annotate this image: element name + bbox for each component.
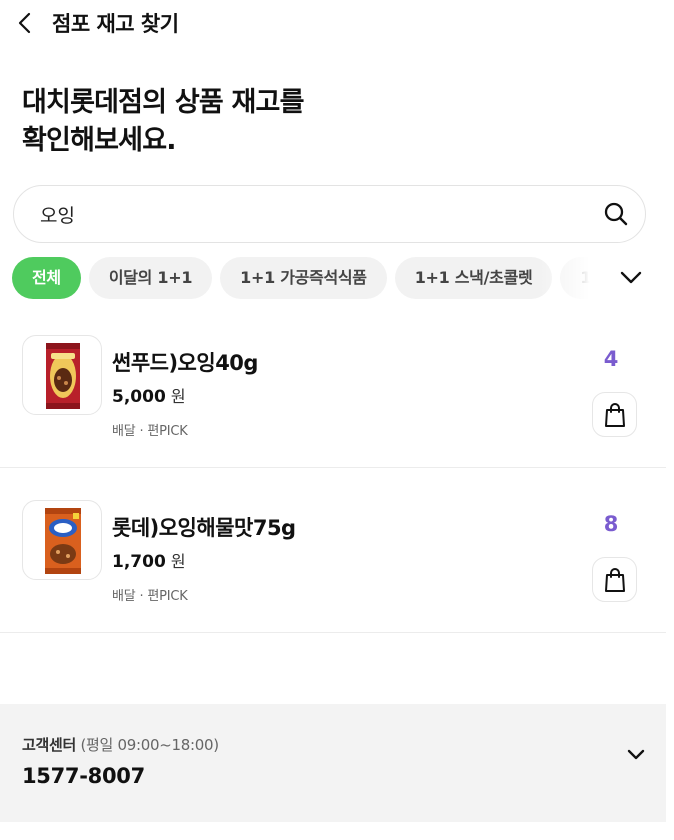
page-title: 점포 재고 찾기 [52, 12, 179, 36]
customer-center-hours: (평일 09:00~18:00) [80, 736, 219, 754]
search-icon [604, 202, 628, 226]
back-button[interactable] [14, 8, 38, 38]
footer-expand-button[interactable] [624, 744, 648, 766]
search-button[interactable] [603, 201, 629, 227]
chip-1plus1-instant-food[interactable]: 1+1 가공즉석식품 [220, 257, 387, 299]
stock-count: 4 [603, 347, 619, 371]
headline: 대치롯데점의 상품 재고를 확인해보세요. [22, 84, 304, 160]
shopping-bag-icon [605, 403, 625, 427]
chevron-down-icon [620, 271, 642, 284]
product-name: 롯데)오잉해물맛75g [112, 516, 296, 540]
product-image [22, 500, 102, 580]
customer-center-label: 고객센터 (평일 09:00~18:00) [22, 734, 219, 755]
product-tags: 배달 · 편PICK [112, 424, 188, 439]
product-price: 1,700 원 [112, 548, 186, 572]
chip-1plus1-snack-chocolate[interactable]: 1+1 스낵/초콜렛 [394, 257, 553, 299]
category-chips-row: 전체이달의 1+11+1 가공즉석식품1+1 스낵/초콜렛1+1 [0, 257, 674, 299]
search-bar [13, 185, 646, 243]
chevron-down-icon [627, 749, 645, 760]
search-input[interactable] [40, 194, 580, 234]
shopping-bag-icon [605, 568, 625, 592]
price-value: 1,700 [112, 552, 166, 572]
price-value: 5,000 [112, 387, 166, 407]
snack-package-image [46, 343, 80, 409]
product-item[interactable]: 썬푸드)오잉40g 5,000 원 배달 · 편PICK 4 [0, 303, 666, 468]
headline-line-1: 대치롯데점의 상품 재고를 [22, 87, 304, 118]
chip-1plus1-more[interactable]: 1+1 [560, 257, 602, 299]
price-currency: 원 [170, 552, 186, 571]
chip-all[interactable]: 전체 [12, 257, 81, 299]
chip-monthly-1plus1[interactable]: 이달의 1+1 [88, 257, 213, 299]
customer-center-footer: 고객센터 (평일 09:00~18:00) 1577-8007 [0, 704, 666, 822]
product-image [22, 335, 102, 415]
price-currency: 원 [170, 387, 186, 406]
snack-package-image [45, 508, 81, 574]
product-price: 5,000 원 [112, 383, 186, 407]
category-chips: 전체이달의 1+11+1 가공즉석식품1+1 스낵/초콜렛1+1 [12, 257, 602, 299]
product-name: 썬푸드)오잉40g [112, 351, 258, 375]
headline-line-2: 확인해보세요. [22, 125, 177, 156]
product-tags: 배달 · 편PICK [112, 589, 188, 604]
add-to-cart-button[interactable] [592, 392, 637, 437]
customer-center-title: 고객센터 [22, 736, 77, 754]
add-to-cart-button[interactable] [592, 557, 637, 602]
header: 점포 재고 찾기 [0, 0, 674, 46]
stock-count: 8 [603, 512, 619, 536]
chips-expand-button[interactable] [617, 265, 645, 291]
product-item[interactable]: 롯데)오잉해물맛75g 1,700 원 배달 · 편PICK 8 [0, 468, 666, 633]
chevron-left-icon [18, 12, 31, 34]
customer-center-phone[interactable]: 1577-8007 [22, 764, 145, 788]
